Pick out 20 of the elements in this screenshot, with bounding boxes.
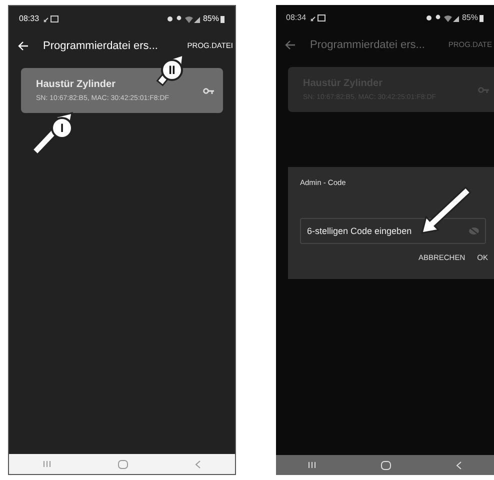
key-icon: [478, 86, 490, 92]
eye-off-icon[interactable]: [468, 226, 480, 236]
back-icon[interactable]: [195, 460, 202, 468]
battery-level: 85%: [462, 12, 478, 24]
status-time: 08:33: [19, 13, 40, 25]
key-icon: [203, 88, 215, 94]
code-input-field[interactable]: 6-stelligen Code eingeben: [300, 218, 486, 244]
recent-apps-icon[interactable]: [42, 460, 51, 468]
device-name: Haustür Zylinder: [36, 78, 116, 92]
signal-icons: [426, 14, 460, 22]
status-icons: [43, 15, 60, 23]
battery-icon: [220, 15, 225, 23]
home-icon[interactable]: [118, 460, 128, 468]
screen-title: Programmierdatei ers...: [43, 38, 158, 54]
status-icons: [310, 14, 326, 22]
screen-title: Programmierdatei ers...: [310, 38, 425, 53]
signal-icons: [166, 15, 201, 23]
battery-icon: [479, 14, 484, 22]
battery-level: 85%: [202, 13, 219, 25]
status-time: 08:34: [286, 12, 306, 24]
